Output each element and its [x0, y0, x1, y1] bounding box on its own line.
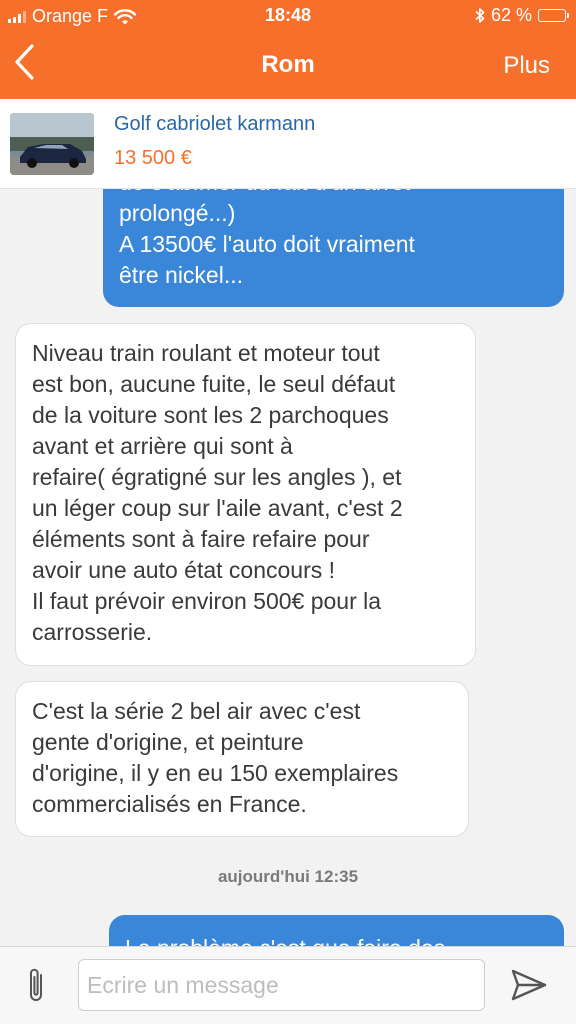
- message-bubble-incoming[interactable]: C'est la série 2 bel air avec c'est gent…: [15, 681, 469, 837]
- top-bar: Orange F 18:48 62 % Rom Plus: [0, 0, 576, 99]
- message-text: Le problème c'est que faire des: [125, 933, 548, 946]
- battery-icon: [538, 9, 569, 22]
- listing-title[interactable]: Golf cabriolet karmann: [114, 113, 315, 136]
- message-text: de s'abîmer du fait d'un arrêt prolongé.…: [119, 189, 415, 288]
- message-text: Niveau train roulant et moteur tout est …: [32, 340, 403, 645]
- message-bubble-outgoing[interactable]: de s'abîmer du fait d'un arrêt prolongé.…: [103, 189, 564, 307]
- more-button[interactable]: Plus: [503, 52, 550, 80]
- message-text: C'est la série 2 bel air avec c'est gent…: [32, 698, 399, 817]
- battery-percent: 62 %: [490, 5, 532, 25]
- listing-thumbnail[interactable]: [10, 113, 94, 175]
- bluetooth-icon: [475, 8, 485, 23]
- message-input[interactable]: [78, 959, 485, 1011]
- status-bar: Orange F 18:48 62 %: [0, 0, 576, 32]
- listing-header[interactable]: Golf cabriolet karmann 13 500 €: [0, 99, 576, 189]
- message-bubble-incoming[interactable]: Niveau train roulant et moteur tout est …: [15, 323, 476, 666]
- date-separator: aujourd'hui 12:35: [217, 867, 359, 886]
- paperclip-icon[interactable]: [22, 965, 52, 1005]
- message-list[interactable]: de s'abîmer du fait d'un arrêt prolongé.…: [0, 189, 576, 946]
- send-icon[interactable]: [508, 967, 550, 1003]
- status-right: 62 %: [475, 5, 569, 26]
- composer-bar: [0, 946, 576, 1024]
- message-bubble-outgoing[interactable]: Le problème c'est que faire des: [109, 915, 564, 946]
- navigation-bar: Rom Plus: [0, 32, 576, 99]
- conversation-title: Rom: [261, 51, 315, 78]
- listing-price: 13 500 €: [114, 147, 192, 169]
